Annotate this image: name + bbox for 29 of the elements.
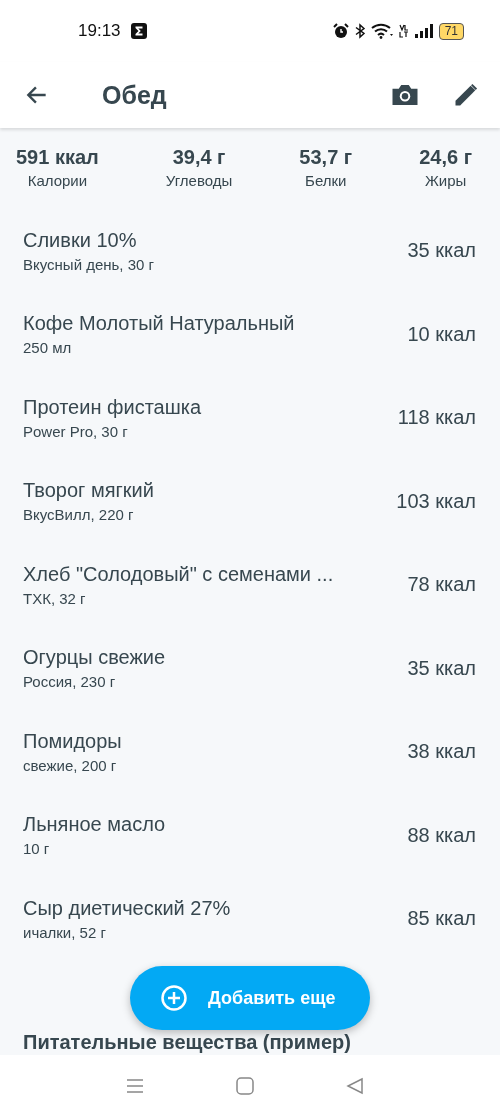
status-time: 19:13 (78, 21, 121, 41)
nutrient-value: 24,6 г (419, 146, 472, 169)
back-icon[interactable] (346, 1077, 364, 1095)
section-heading: Питательные вещества (пример) (23, 1030, 352, 1054)
nutrient-label: Углеводы (165, 172, 233, 189)
nutrient-value: 591 ккал (16, 146, 99, 169)
food-item[interactable]: Творог мягкий ВкусВилл, 220 г 103 ккал (0, 459, 500, 543)
food-item[interactable]: Сыр диетический 27% ичалки, 52 г 85 ккал (0, 877, 500, 961)
home-icon[interactable] (236, 1077, 254, 1095)
food-item[interactable]: Хлеб "Солодовый" с семенами ... ТХК, 32 г 78 ккал (0, 543, 500, 627)
food-item[interactable]: Протеин фисташка Power Pro, 30 г 118 ккал (0, 376, 500, 460)
wifi-icon (370, 23, 393, 39)
alarm-icon (332, 23, 349, 39)
bluetooth-icon (354, 23, 365, 39)
app-notification-icon (130, 23, 147, 39)
plus-circle-icon[interactable] (160, 984, 188, 1012)
nutrient-value: 53,7 г (299, 146, 353, 169)
nutrient-label: Белки (305, 172, 347, 189)
food-item[interactable]: Огурцы свежие Россия, 230 г 35 ккал (0, 626, 500, 710)
screen-title: Обед (102, 80, 167, 110)
nutrient-value: 39,4 г (172, 146, 226, 169)
food-item[interactable]: Льняное масло 10 г 88 ккал (0, 793, 500, 877)
food-item[interactable]: Сливки 10% Вкусный день, 30 г 35 ккал (0, 209, 500, 293)
nutrient-label: Калории (27, 172, 88, 189)
food-item[interactable]: Кофе Молотый Натуральный 250 мл 10 ккал (0, 292, 500, 376)
battery-indicator: 71 (438, 22, 464, 40)
signal-icon (414, 23, 433, 39)
nutrient-label: Жиры (424, 172, 467, 189)
food-item[interactable]: Помидоры свежие, 200 г 38 ккал (0, 710, 500, 794)
